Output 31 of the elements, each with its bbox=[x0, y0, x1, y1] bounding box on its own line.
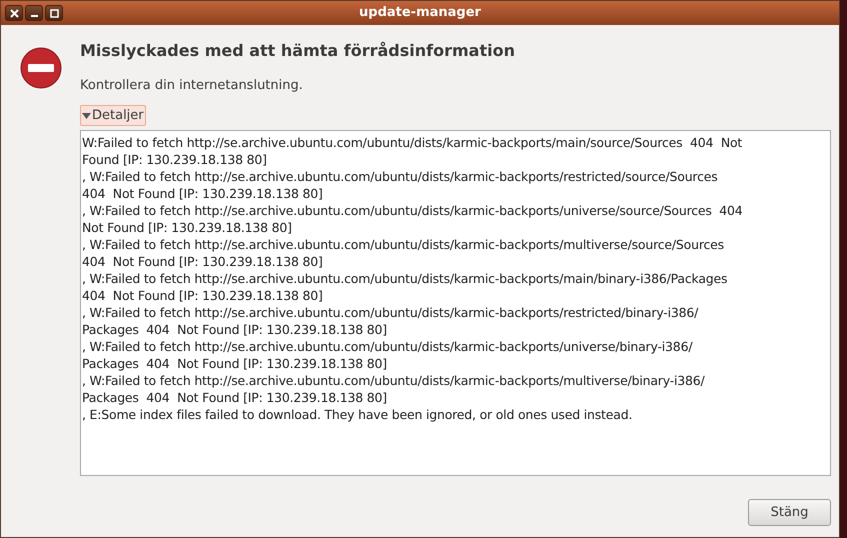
close-icon bbox=[10, 8, 18, 18]
dialog-heading: Misslyckades med att hämta förrådsinformation bbox=[80, 40, 516, 62]
log-line: , W:Failed to fetch http://se.archive.ubuntu.com/ubuntu/dists/karmic-backports/multiverse/source/Sources bbox=[82, 236, 724, 253]
log-line: , W:Failed to fetch http://se.archive.ubuntu.com/ubuntu/dists/karmic-backports/universe/binary-i386/ bbox=[82, 338, 692, 355]
close-button[interactable] bbox=[5, 5, 23, 21]
log-line: , W:Failed to fetch http://se.archive.ubuntu.com/ubuntu/dists/karmic-backports/restricted/source/Sources bbox=[82, 168, 718, 185]
maximize-icon bbox=[50, 8, 58, 18]
log-line: Found [IP: 130.239.18.138 80] bbox=[82, 151, 267, 168]
log-line: 404 Not Found [IP: 130.239.18.138 80] bbox=[82, 287, 323, 304]
log-line: Packages 404 Not Found [IP: 130.239.18.138 80] bbox=[82, 321, 387, 338]
minimize-icon bbox=[30, 14, 38, 16]
log-line: , W:Failed to fetch http://se.archive.ubuntu.com/ubuntu/dists/karmic-backports/main/binary-i386/Packages bbox=[82, 270, 728, 287]
log-line: , W:Failed to fetch http://se.archive.ubuntu.com/ubuntu/dists/karmic-backports/restricted/binary-i386/ bbox=[82, 304, 698, 321]
maximize-button[interactable] bbox=[45, 5, 63, 21]
log-line: Packages 404 Not Found [IP: 130.239.18.138 80] bbox=[82, 355, 387, 372]
log-line: W:Failed to fetch http://se.archive.ubuntu.com/ubuntu/dists/karmic-backports/main/source/Sources 404 Not bbox=[82, 134, 742, 151]
log-line: , W:Failed to fetch http://se.archive.ubuntu.com/ubuntu/dists/karmic-backports/multiverse/binary-i386/ bbox=[82, 372, 705, 389]
log-line: 404 Not Found [IP: 130.239.18.138 80] bbox=[82, 253, 323, 270]
log-line: Packages 404 Not Found [IP: 130.239.18.138 80] bbox=[82, 389, 387, 406]
dialog-message: Kontrollera din internetanslutning. bbox=[80, 77, 304, 95]
window-title: update-manager bbox=[359, 4, 481, 22]
log-line: , E:Some index files failed to download. They have been ignored, or old ones used instead. bbox=[82, 406, 632, 423]
details-expander[interactable]: Detaljer bbox=[80, 104, 146, 126]
log-line: , W:Failed to fetch http://se.archive.ubuntu.com/ubuntu/dists/karmic-backports/universe/source/Sources 404 bbox=[82, 202, 743, 219]
error-icon bbox=[20, 47, 62, 89]
minimize-button[interactable] bbox=[25, 5, 43, 21]
details-text-area[interactable] bbox=[80, 130, 831, 476]
expander-arrow-icon bbox=[82, 110, 91, 120]
close-dialog-button[interactable]: Stäng bbox=[748, 499, 831, 526]
log-line: 404 Not Found [IP: 130.239.18.138 80] bbox=[82, 185, 323, 202]
log-line: Not Found [IP: 130.239.18.138 80] bbox=[82, 219, 292, 236]
